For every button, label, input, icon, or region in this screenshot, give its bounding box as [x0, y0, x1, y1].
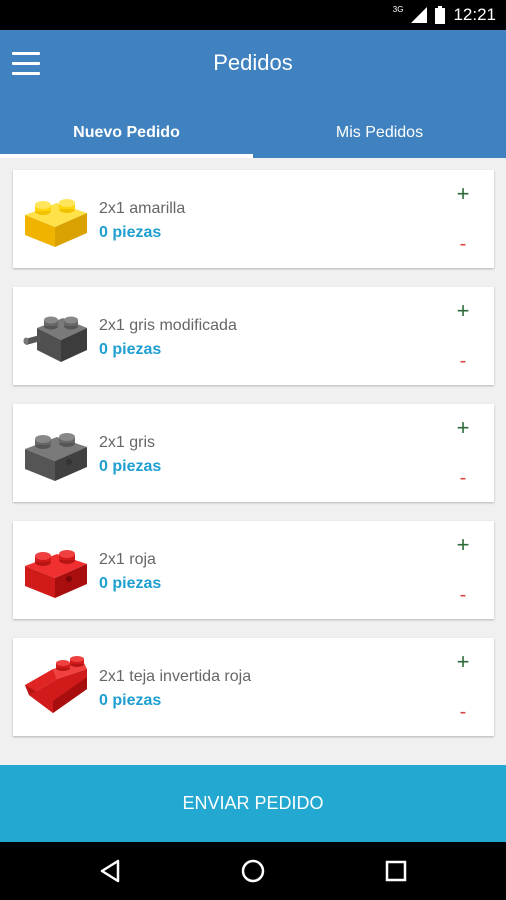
list-item: 2x1 teja invertida roja 0 piezas + - [13, 638, 494, 736]
home-icon[interactable] [238, 856, 268, 886]
list-item: 2x1 gris 0 piezas + - [13, 404, 494, 502]
item-name: 2x1 amarilla [99, 200, 186, 217]
item-quantity: 0 piezas [99, 341, 162, 358]
red-brick-icon [25, 550, 87, 598]
item-quantity: 0 piezas [99, 575, 162, 592]
tab-mis-pedidos[interactable]: Mis Pedidos [253, 108, 506, 158]
recents-icon[interactable] [381, 856, 411, 886]
grey-modified-brick-icon [23, 316, 87, 362]
list-item: 2x1 roja 0 piezas + - [13, 521, 494, 619]
decrease-button[interactable]: - [452, 583, 474, 607]
item-quantity: 0 piezas [99, 458, 162, 475]
increase-button[interactable]: + [452, 533, 474, 557]
battery-icon [435, 6, 446, 24]
tab-nuevo-pedido[interactable]: Nuevo Pedido [0, 108, 253, 158]
list-item: 2x1 gris modificada 0 piezas + - [13, 287, 494, 385]
tab-bar: Nuevo Pedido Mis Pedidos [0, 108, 506, 158]
item-name: 2x1 teja invertida roja [99, 668, 252, 685]
increase-button[interactable]: + [452, 650, 474, 674]
yellow-brick-icon [25, 199, 87, 247]
app-bar: Pedidos Nuevo Pedido Mis Pedidos [0, 30, 506, 158]
status-bar: 3G 12:21 [0, 0, 506, 30]
signal-icon [411, 7, 428, 23]
network-type: 3G [392, 4, 404, 14]
decrease-button[interactable]: - [452, 700, 474, 724]
increase-button[interactable]: + [452, 299, 474, 323]
item-quantity: 0 piezas [99, 224, 162, 241]
decrease-button[interactable]: - [452, 466, 474, 490]
item-name: 2x1 gris [99, 434, 156, 451]
increase-button[interactable]: + [452, 182, 474, 206]
item-quantity: 0 piezas [99, 692, 162, 709]
increase-button[interactable]: + [452, 416, 474, 440]
clock: 12:21 [453, 5, 496, 24]
navigation-bar [0, 842, 506, 900]
product-list: 2x1 amarilla 0 piezas + - 2x1 gris modif… [13, 170, 494, 755]
status-icons: 3G 12:21 [393, 0, 496, 30]
page-title: Pedidos [213, 50, 293, 75]
item-name: 2x1 roja [99, 551, 156, 568]
red-inverted-slope-brick-icon [25, 656, 87, 713]
item-name: 2x1 gris modificada [99, 317, 237, 334]
back-icon[interactable] [96, 856, 126, 886]
send-order-button[interactable]: ENVIAR PEDIDO [0, 765, 506, 842]
list-item: 2x1 amarilla 0 piezas + - [13, 170, 494, 268]
grey-brick-icon [25, 433, 87, 481]
decrease-button[interactable]: - [452, 232, 474, 256]
decrease-button[interactable]: - [452, 349, 474, 373]
